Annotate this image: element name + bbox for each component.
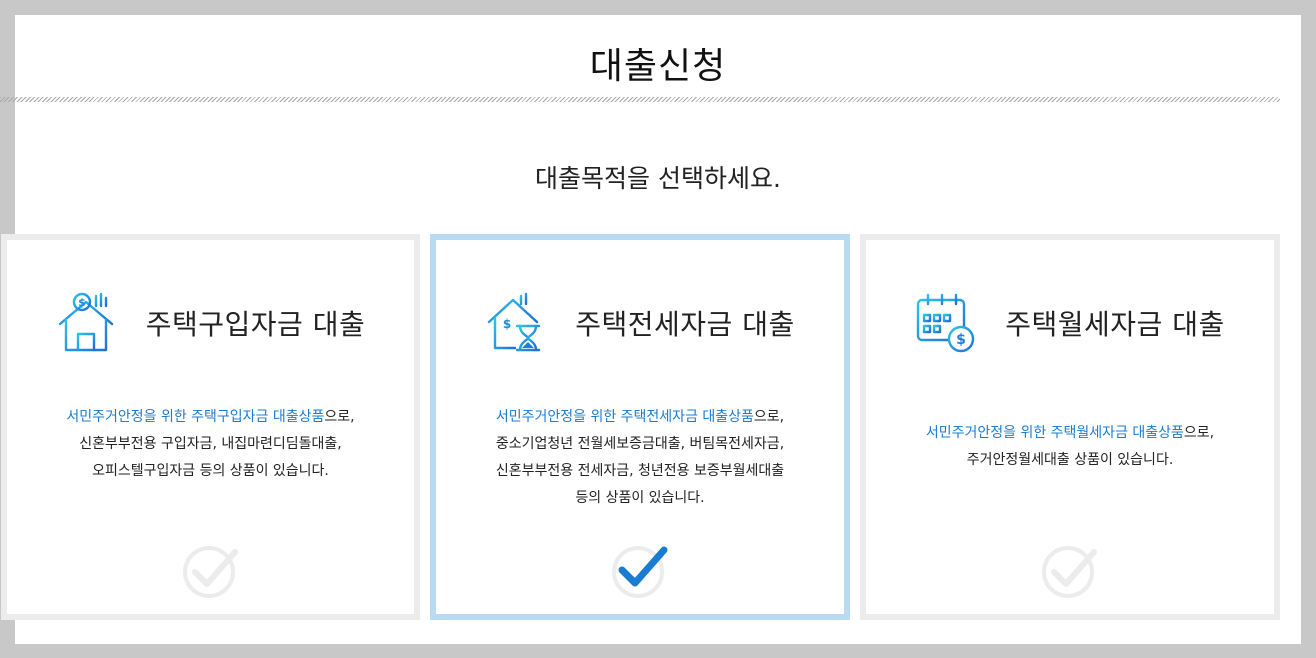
card-monthly-rent-loan[interactable]: $ 주택월세자금 대출 서민주거안정을 위한 주택월세자금 대출상품으로, 주거… (860, 234, 1280, 620)
card-description: 서민주거안정을 위한 주택구입자금 대출상품으로, 신혼부부전용 구입자금, 내… (17, 404, 404, 485)
card-title: 주택전세자금 대출 (575, 308, 795, 341)
card-description: 서민주거안정을 위한 주택전세자금 대출상품으로, 중소기업청년 전월세보증금대… (446, 404, 834, 512)
card-header: $ 주택구입자금 대출 (7, 292, 414, 354)
hatched-divider (0, 97, 1280, 102)
desc-suffix: 으로, (1183, 425, 1215, 441)
loan-application-panel: 대출신청 대출목적을 선택하세요. $ 주택구입자금 대출 서민주거안정을 위한… (0, 15, 1301, 644)
svg-text:$: $ (78, 296, 86, 309)
card-header: $ 주택월세자금 대출 (866, 292, 1274, 354)
card-title: 주택월세자금 대출 (1005, 308, 1225, 341)
desc-line-2: 신혼부부전용 구입자금, 내집마련디딤돌대출, (79, 436, 342, 452)
highlight-text: 서민주거안정을 위한 주택구입자금 대출상품 (66, 409, 325, 425)
house-dollar-icon: $ (58, 292, 113, 352)
desc-line-3: 신혼부부전용 전세자금, 청년전용 보증부월세대출 (495, 463, 785, 479)
card-title: 주택구입자금 대출 (145, 308, 366, 341)
page-title: 대출신청 (589, 46, 727, 87)
desc-line-2: 주거안정월세대출 상품이 있습니다. (966, 452, 1174, 468)
desc-line-1: 서민주거안정을 위한 주택월세자금 대출상품으로, (876, 420, 1264, 447)
svg-text:$: $ (956, 332, 966, 348)
card-header: $ 주택전세자금 대출 (436, 292, 844, 354)
desc-line-1: 서민주거안정을 위한 주택구입자금 대출상품으로, (17, 404, 404, 431)
highlight-text: 서민주거안정을 위한 주택전세자금 대출상품 (495, 409, 754, 425)
card-home-purchase-loan[interactable]: $ 주택구입자금 대출 서민주거안정을 위한 주택구입자금 대출상품으로, 신혼… (1, 234, 420, 620)
check-selected-icon[interactable] (610, 540, 670, 600)
check-circle-icon[interactable] (181, 540, 241, 600)
check-circle-icon[interactable] (1040, 540, 1100, 600)
house-hourglass-icon: $ (488, 292, 541, 352)
desc-suffix: 으로, (324, 409, 355, 425)
calendar-dollar-icon: $ (917, 293, 975, 353)
desc-suffix: 으로, (753, 409, 785, 425)
svg-text:$: $ (503, 317, 511, 331)
desc-line-1: 서민주거안정을 위한 주택전세자금 대출상품으로, (446, 404, 834, 431)
card-jeonse-loan[interactable]: $ 주택전세자금 대출 서민주거안정을 위한 주택전세자금 대출상품으로, 중소… (430, 234, 850, 620)
highlight-text: 서민주거안정을 위한 주택월세자금 대출상품 (925, 425, 1184, 441)
desc-line-3: 오피스텔구입자금 등의 상품이 있습니다. (92, 463, 329, 479)
desc-line-2: 중소기업청년 전월세보증금대출, 버팀목전세자금, (495, 436, 785, 452)
loan-purpose-prompt: 대출목적을 선택하세요. (535, 164, 781, 193)
card-description: 서민주거안정을 위한 주택월세자금 대출상품으로, 주거안정월세대출 상품이 있… (876, 420, 1264, 474)
desc-line-4: 등의 상품이 있습니다. (575, 490, 705, 506)
